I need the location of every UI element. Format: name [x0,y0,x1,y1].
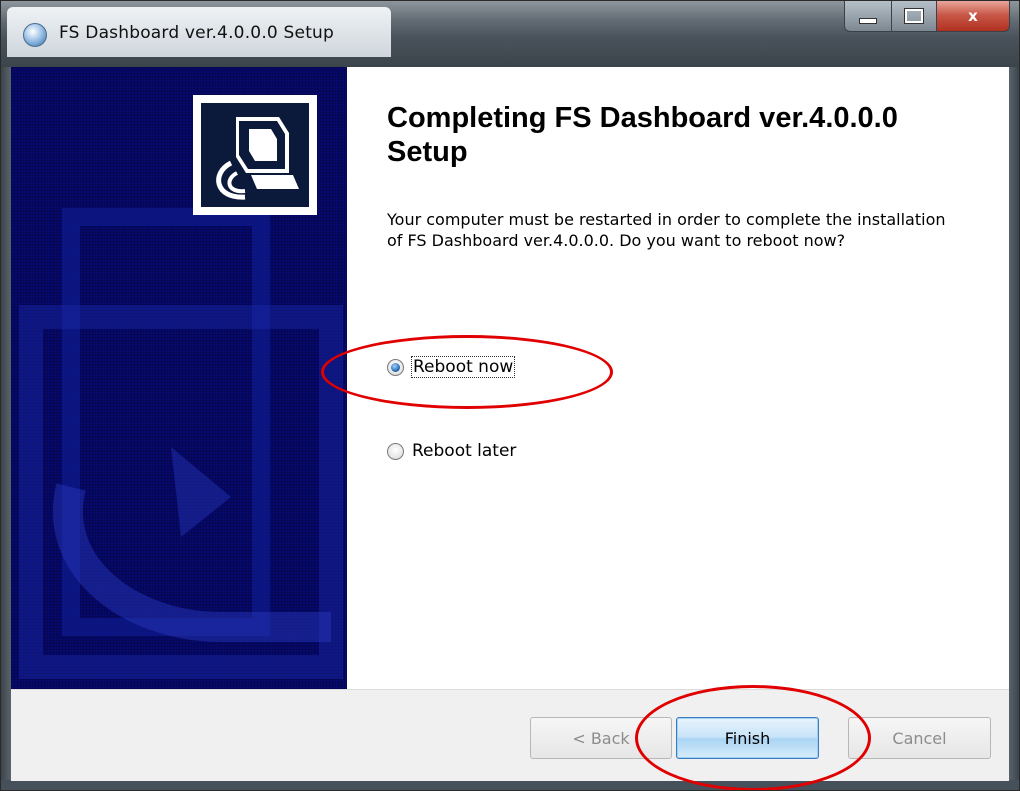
label-reboot-now[interactable]: Reboot now [410,356,516,378]
option-reboot-later[interactable]: Reboot later [387,441,516,461]
installer-computer-icon [201,103,309,207]
close-icon: x [968,7,978,25]
maximize-icon [904,8,924,24]
maximize-button[interactable] [892,1,937,32]
caption-buttons: x [844,1,1010,35]
finish-button[interactable]: Finish [676,717,819,759]
minimize-button[interactable] [844,1,892,32]
minimize-icon [859,18,877,24]
frame-left [1,67,11,790]
setup-globe-icon [23,23,47,47]
title-bar[interactable]: FS Dashboard ver.4.0.0.0 Setup x [1,1,1019,67]
label-reboot-later[interactable]: Reboot later [412,441,516,461]
wizard-sidebar [11,67,347,689]
cancel-button[interactable]: Cancel [848,717,991,759]
radio-reboot-now[interactable] [387,358,404,376]
radio-reboot-later[interactable] [387,442,404,460]
frame-bottom [1,780,1019,790]
reboot-message: Your computer must be restarted in order… [387,210,946,250]
frame-right [1009,67,1019,790]
wizard-content: Completing FS Dashboard ver.4.0.0.0 Setu… [347,67,1009,689]
window-title: FS Dashboard ver.4.0.0.0 Setup [59,23,335,43]
back-button[interactable]: < Back [530,717,672,759]
close-button[interactable]: x [937,1,1010,32]
wizard-client: Completing FS Dashboard ver.4.0.0.0 Setu… [11,67,1009,781]
installer-logo-frame [193,95,317,215]
setup-window: FS Dashboard ver.4.0.0.0 Setup x Complet… [0,0,1020,791]
option-reboot-now[interactable]: Reboot now [387,356,516,378]
page-title: Completing FS Dashboard ver.4.0.0.0 Setu… [387,102,898,168]
